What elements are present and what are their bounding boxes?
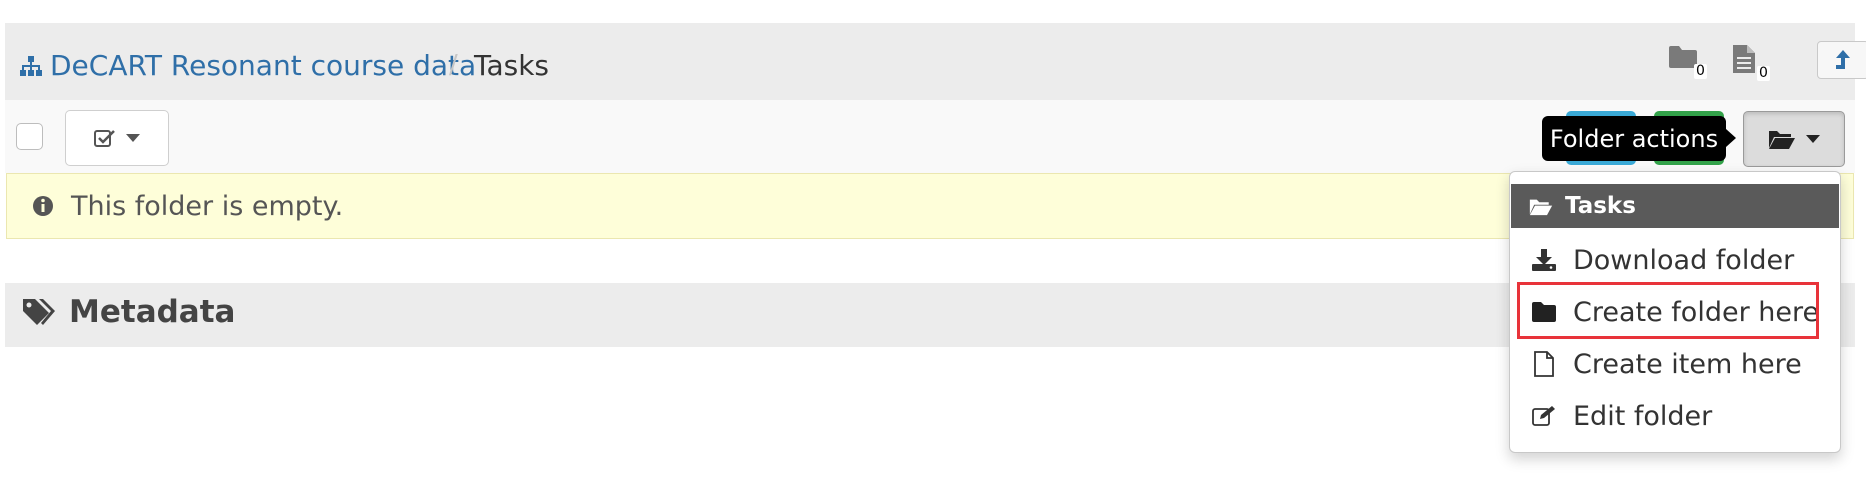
empty-folder-text: This folder is empty. xyxy=(71,191,344,222)
menu-item-label: Download folder xyxy=(1573,244,1795,276)
caret-down-icon xyxy=(1806,135,1820,143)
breadcrumb-bar: DeCART Resonant course data / Tasks 0 0 xyxy=(5,23,1866,100)
folder-actions-tooltip: Folder actions xyxy=(1542,116,1726,161)
item-count-badge: 0 xyxy=(1757,65,1770,81)
metadata-title: Metadata xyxy=(69,294,236,330)
download-icon xyxy=(1529,249,1559,271)
tags-icon xyxy=(21,297,57,329)
folder-open-icon xyxy=(1511,197,1565,216)
check-square-icon xyxy=(94,128,116,148)
level-up-icon xyxy=(1834,49,1852,71)
tooltip-arrow xyxy=(1726,129,1736,147)
menu-item-create-folder[interactable]: Create folder here xyxy=(1511,288,1839,336)
caret-down-icon xyxy=(126,134,140,142)
menu-header-label: Tasks xyxy=(1565,193,1636,219)
menu-item-edit-folder[interactable]: Edit folder xyxy=(1511,392,1839,440)
folder-count[interactable]: 0 xyxy=(1668,44,1707,79)
select-all-checkbox[interactable] xyxy=(16,123,43,150)
menu-item-label: Edit folder xyxy=(1573,400,1713,432)
breadcrumb-current: Tasks xyxy=(474,49,550,82)
breadcrumb-root-link[interactable]: DeCART Resonant course data xyxy=(20,49,476,82)
sitemap-icon xyxy=(20,55,50,76)
menu-item-create-item[interactable]: Create item here xyxy=(1511,340,1839,388)
menu-header: Tasks xyxy=(1511,184,1839,228)
parent-folder-button[interactable] xyxy=(1817,41,1866,79)
folder-open-icon xyxy=(1768,128,1796,150)
folder-icon xyxy=(1529,301,1559,323)
menu-item-label: Create item here xyxy=(1573,348,1802,380)
folder-toolbar: Folder actions xyxy=(5,100,1855,173)
menu-item-label: Create folder here xyxy=(1573,296,1820,328)
file-text-icon xyxy=(1731,44,1757,74)
info-circle-icon xyxy=(32,195,54,217)
folder-actions-button[interactable] xyxy=(1743,111,1845,167)
breadcrumb-separator: / xyxy=(449,50,458,80)
folder-actions-menu: Tasks Download folder Create folder here xyxy=(1509,171,1841,453)
folder-count-badge: 0 xyxy=(1694,63,1707,79)
edit-icon xyxy=(1529,405,1559,427)
menu-item-download-folder[interactable]: Download folder xyxy=(1511,236,1839,284)
file-icon xyxy=(1529,351,1559,377)
breadcrumb-root-label: DeCART Resonant course data xyxy=(50,49,477,82)
checked-actions-button[interactable] xyxy=(65,110,169,166)
item-count[interactable]: 0 xyxy=(1731,44,1770,81)
